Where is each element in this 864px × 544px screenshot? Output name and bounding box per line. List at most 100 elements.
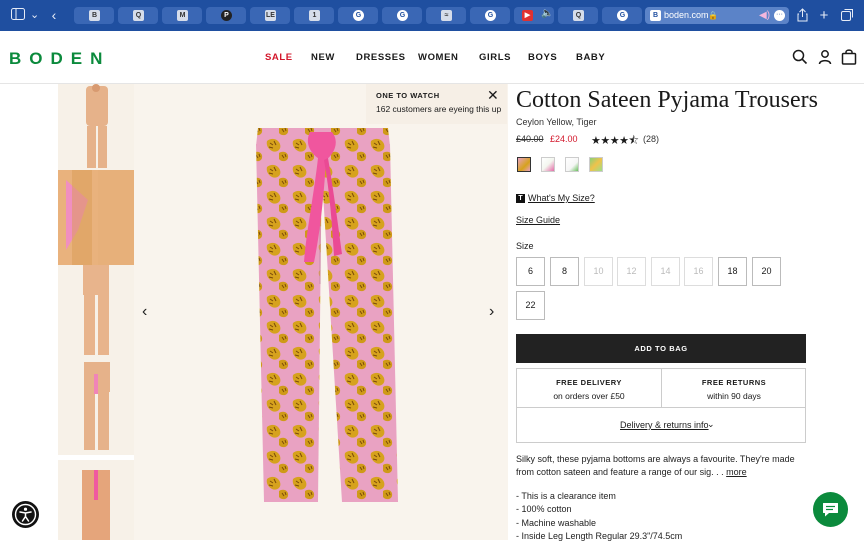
nav-boys[interactable]: BOYS [528, 52, 557, 63]
browser-tab[interactable]: G [338, 7, 378, 24]
site-header: BODEN SALE NEW DRESSES WOMEN GIRLS BOYS … [0, 31, 864, 84]
product-info-panel: Cotton Sateen Pyjama Trousers Ceylon Yel… [516, 84, 818, 541]
google-favicon-icon: G [397, 10, 408, 21]
close-icon[interactable]: ✕ [487, 88, 499, 102]
chevron-down-icon[interactable]: ⌄ [30, 8, 39, 23]
price-sale: £24.00 [550, 134, 578, 144]
browser-tab[interactable]: ≈ [426, 7, 466, 24]
size-option-unavailable[interactable]: 14 [651, 257, 680, 286]
price-original: £40.00 [516, 134, 544, 144]
thumbnail-image[interactable] [58, 265, 134, 360]
back-icon[interactable]: ‹ [49, 8, 59, 23]
feature-item: - This is a clearance item [516, 491, 616, 501]
whats-my-size-link[interactable]: What's My Size? [528, 193, 595, 203]
boden-favicon-icon: B [650, 10, 661, 21]
size-option[interactable]: 20 [752, 257, 781, 286]
nav-girls[interactable]: GIRLS [479, 52, 511, 63]
free-delivery-subtitle: on orders over £50 [553, 391, 625, 401]
next-image-arrow-icon[interactable]: › [489, 304, 494, 320]
tab-favicon-icon: Q [573, 10, 584, 21]
size-option[interactable]: 22 [516, 291, 545, 320]
free-returns-title: FREE RETURNS [701, 378, 767, 387]
youtube-favicon-icon: ▶ [522, 10, 533, 21]
search-icon[interactable] [792, 49, 808, 65]
description-text: Silky soft, these pyjama bottoms are alw… [516, 454, 795, 477]
more-link[interactable]: more [726, 467, 747, 477]
boden-favicon-icon: B [89, 10, 100, 21]
color-swatch[interactable] [589, 157, 603, 172]
size-option[interactable]: 6 [516, 257, 545, 286]
google-favicon-icon: G [617, 10, 628, 21]
size-option-unavailable[interactable]: 12 [617, 257, 646, 286]
new-tab-icon[interactable]: + [818, 8, 830, 23]
sidebar-toggle-icon[interactable] [11, 8, 25, 23]
more-icon[interactable]: ··· [774, 10, 785, 21]
thumbnail-image[interactable] [58, 170, 134, 265]
delivery-info-box: FREE DELIVERY on orders over £50 FREE RE… [516, 368, 806, 443]
accessibility-button[interactable] [12, 501, 39, 528]
delivery-returns-link[interactable]: Delivery & returns info [620, 420, 709, 430]
size-label: Size [516, 241, 534, 251]
one-to-watch-banner: ONE TO WATCH 162 customers are eyeing th… [366, 84, 507, 124]
add-to-bag-button[interactable]: ADD TO BAG [516, 334, 806, 363]
google-favicon-icon: G [353, 10, 364, 21]
size-option-unavailable[interactable]: 10 [584, 257, 613, 286]
speaker-icon[interactable]: ◀) [759, 7, 770, 24]
free-returns: FREE RETURNS within 90 days [662, 369, 806, 407]
browser-tab[interactable]: 1 [294, 7, 334, 24]
browser-tab[interactable]: P [206, 7, 246, 24]
boden-logo[interactable]: BODEN [9, 49, 110, 69]
thumbnail-strip [58, 84, 134, 540]
chevron-down-icon[interactable]: ⌄ [707, 419, 715, 430]
browser-tab[interactable]: Q [118, 7, 158, 24]
tab-favicon-icon: ≈ [441, 10, 452, 21]
feature-item: - Machine washable [516, 517, 597, 528]
thumbnail-image[interactable] [58, 460, 134, 540]
browser-tab[interactable]: M [162, 7, 202, 24]
review-count[interactable]: (28) [643, 134, 659, 144]
lock-icon: 🔒 [708, 11, 718, 20]
browser-tab[interactable]: ▶ 🔈 [514, 7, 554, 24]
product-features: - This is a clearance item - 100% cotton… [516, 490, 682, 544]
browser-tab[interactable]: Q [558, 7, 598, 24]
thumbnail-image[interactable] [58, 360, 134, 455]
thumbnail-image[interactable] [58, 84, 134, 179]
nav-women[interactable]: WOMEN [418, 52, 458, 63]
free-returns-subtitle: within 90 days [707, 391, 761, 401]
browser-tab[interactable]: LE [250, 7, 290, 24]
browser-tab[interactable]: B [74, 7, 114, 24]
nav-dresses[interactable]: DRESSES [356, 52, 406, 63]
prev-image-arrow-icon[interactable]: ‹ [142, 304, 147, 320]
product-description: Silky soft, these pyjama bottoms are alw… [516, 453, 806, 479]
color-swatch[interactable] [565, 157, 579, 172]
tab-overview-icon[interactable] [840, 8, 854, 23]
watch-subtitle: 162 customers are eyeing this up [376, 104, 502, 114]
product-color: Ceylon Yellow, Tiger [516, 117, 597, 127]
size-option[interactable]: 8 [550, 257, 579, 286]
color-swatch[interactable] [541, 157, 555, 172]
feature-item: - 100% cotton [516, 504, 572, 515]
address-bar[interactable]: B boden.com 🔒 ◀) ··· [645, 7, 789, 24]
divider [517, 407, 805, 408]
bag-icon[interactable] [841, 49, 857, 65]
nav-sale[interactable]: SALE [265, 52, 293, 63]
nav-baby[interactable]: BABY [576, 52, 605, 63]
browser-toolbar: ⌄ ‹ B Q M P LE 1 G G ≈ G ▶ 🔈 Q G B boden.… [0, 0, 864, 31]
size-option[interactable]: 18 [718, 257, 747, 286]
speaker-icon[interactable]: 🔈 [541, 8, 553, 19]
browser-tab[interactable]: G [602, 7, 642, 24]
account-icon[interactable] [817, 49, 833, 65]
watch-title: ONE TO WATCH [376, 91, 440, 100]
browser-tab[interactable]: G [470, 7, 510, 24]
rating-stars-icon[interactable]: ★★★★⯪ [591, 132, 639, 151]
product-main-image[interactable] [134, 84, 508, 540]
accessibility-icon [14, 503, 37, 526]
browser-tab[interactable]: G [382, 7, 422, 24]
size-guide-link[interactable]: Size Guide [516, 215, 560, 225]
size-option-unavailable[interactable]: 16 [684, 257, 713, 286]
chat-button[interactable] [813, 492, 848, 527]
free-delivery: FREE DELIVERY on orders over £50 [517, 369, 661, 407]
color-swatch-tiger[interactable] [517, 157, 531, 172]
share-icon[interactable] [796, 8, 808, 23]
nav-new[interactable]: NEW [311, 52, 335, 63]
